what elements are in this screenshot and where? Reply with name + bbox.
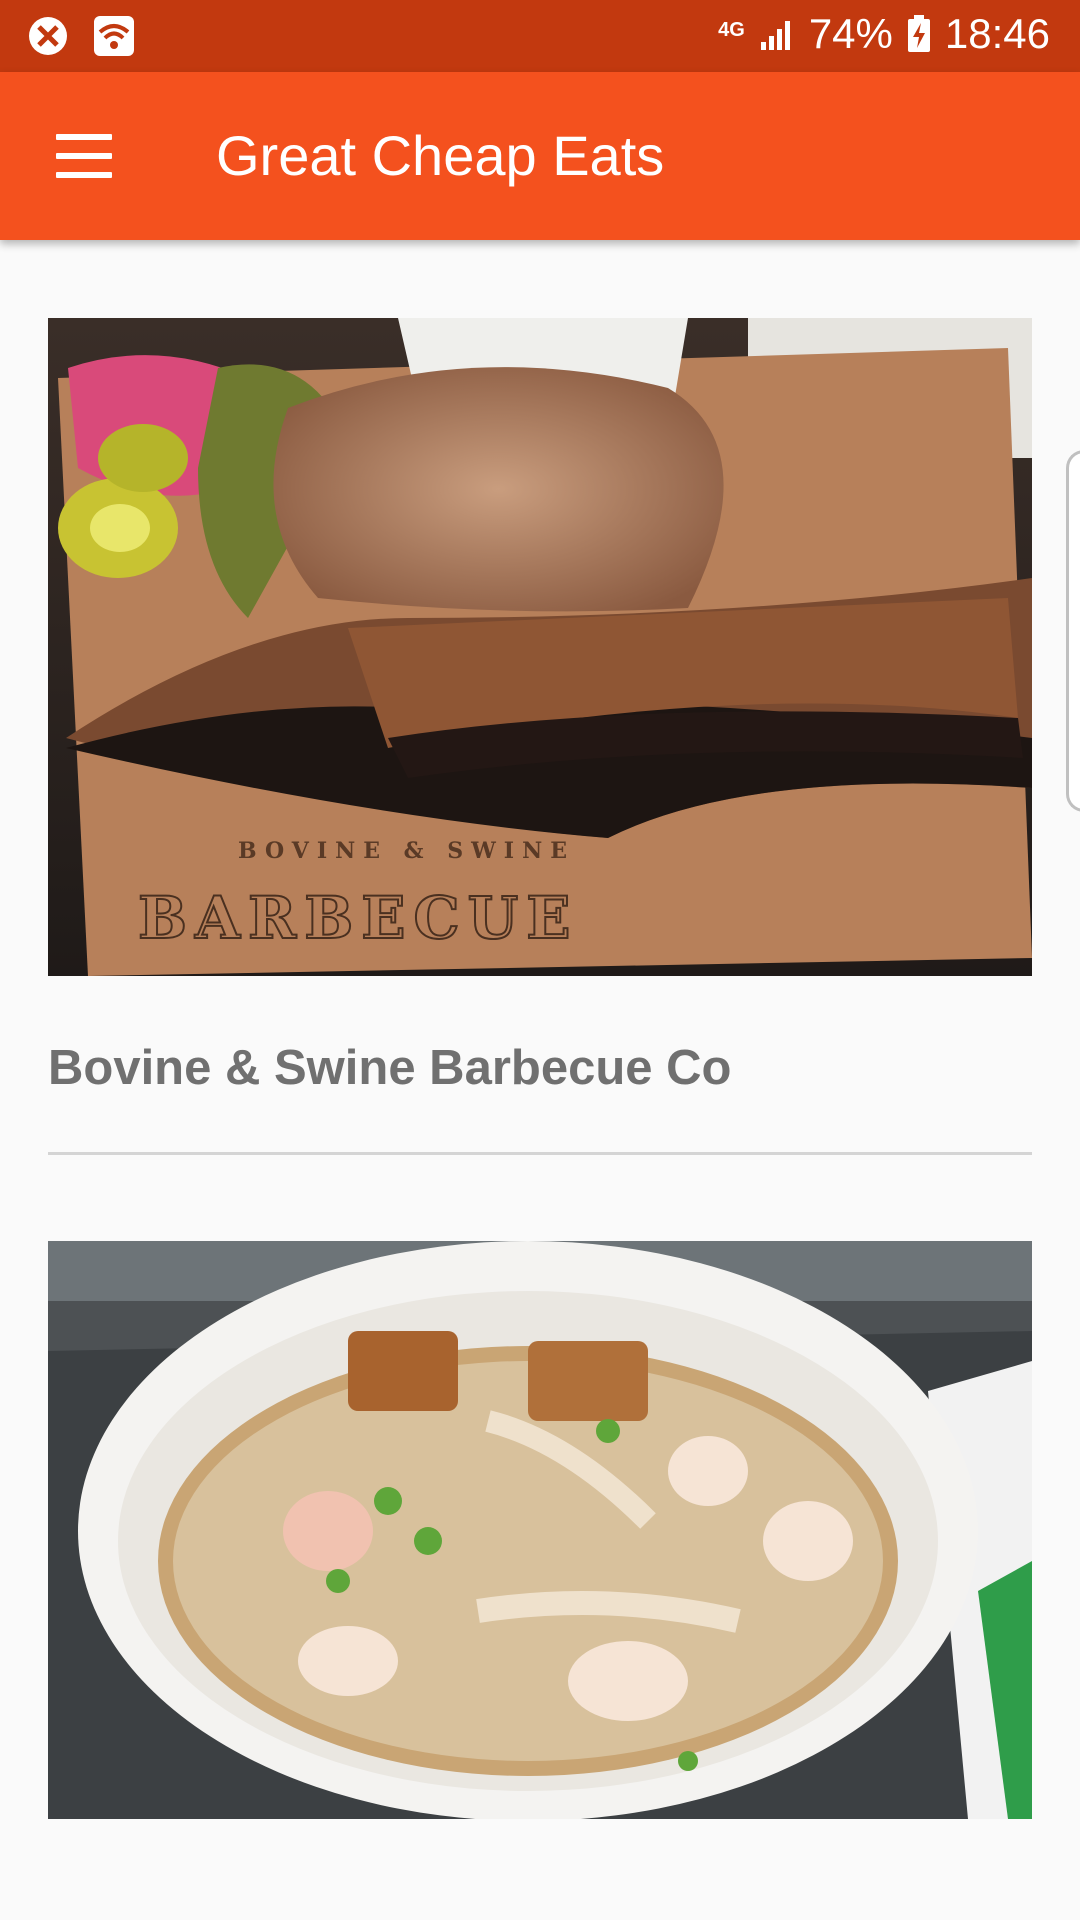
restaurant-list: BOVINE & SWINE BARBECUE Bovine & Swine B…	[48, 318, 1032, 1819]
restaurant-image[interactable]: BOVINE & SWINE BARBECUE	[48, 318, 1032, 976]
restaurant-name: Bovine & Swine Barbecue Co	[48, 1041, 732, 1095]
divider	[48, 1152, 1032, 1155]
restaurant-card[interactable]	[48, 1241, 1032, 1819]
status-bar: 4G 74% 18:46	[0, 0, 1080, 72]
no-disturb-icon	[29, 17, 67, 55]
restaurant-card[interactable]: BOVINE & SWINE BARBECUE Bovine & Swine B…	[48, 318, 1032, 1155]
svg-text:BOVINE & SWINE: BOVINE & SWINE	[238, 838, 575, 864]
battery-charging-icon	[907, 15, 930, 52]
clock: 18:46	[944, 10, 1050, 57]
app-title: Great Cheap Eats	[216, 124, 665, 187]
network-type: 4G	[718, 19, 745, 41]
restaurant-image[interactable]	[48, 1241, 1032, 1819]
scroll-handle[interactable]	[1066, 450, 1080, 812]
svg-text:BARBECUE: BARBECUE	[138, 884, 578, 952]
hamburger-menu-icon[interactable]	[44, 124, 124, 188]
battery-percent: 74%	[808, 10, 893, 57]
signal-icon	[760, 21, 790, 50]
wifi-hotspot-icon	[94, 16, 134, 56]
app-bar: Great Cheap Eats	[0, 72, 1080, 240]
